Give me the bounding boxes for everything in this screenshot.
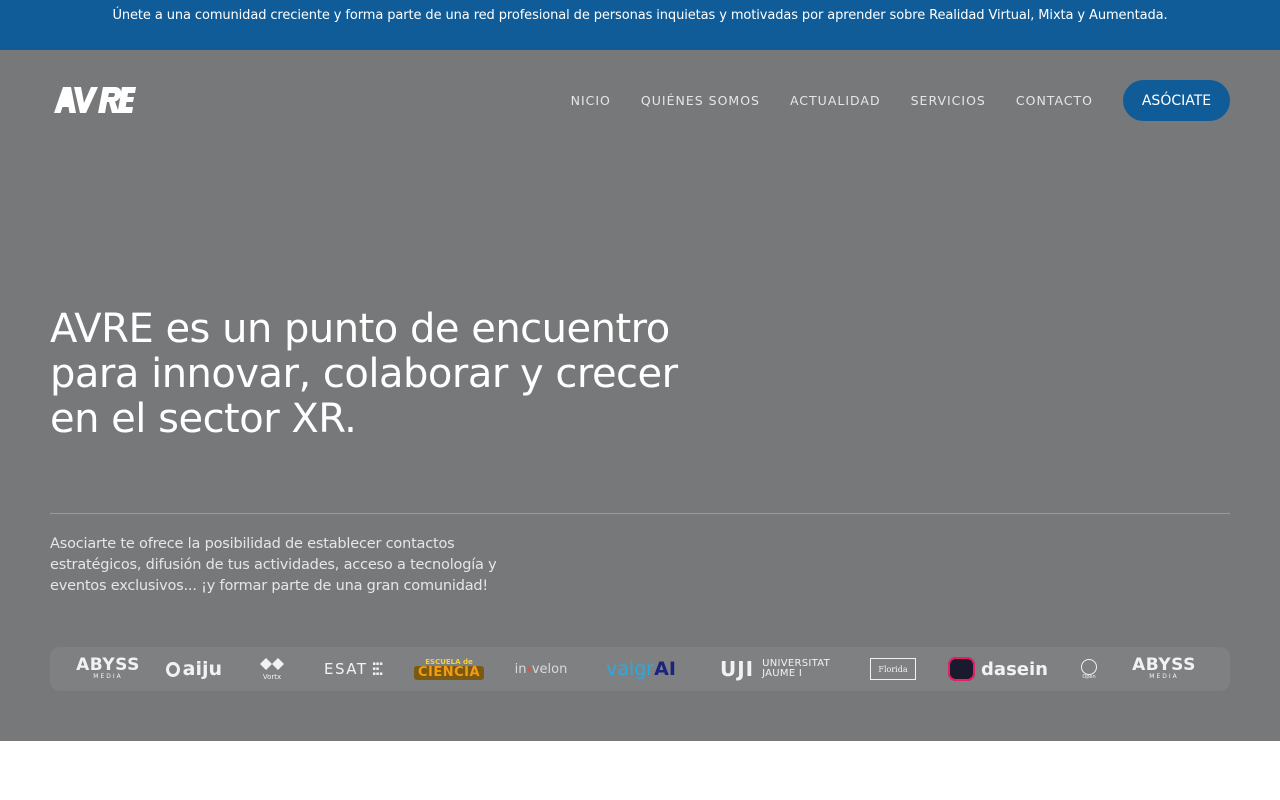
- aiju-ring-icon: [166, 661, 180, 677]
- partner-logos-carousel: ABYSS MEDIA aiju Vortx ESAT ▪▪▪ ▪▪ ▪▪▪ E…: [50, 647, 1230, 691]
- partner-logo-escuela-ciencia[interactable]: ESCUELA de CIENCIA: [413, 647, 485, 691]
- vortx-diamond-icon: [260, 657, 284, 670]
- uji-line-2: JAUME I: [762, 668, 803, 679]
- open-circle-icon: [1081, 658, 1097, 675]
- announcement-bar: Únete a una comunidad creciente y forma …: [0, 0, 1280, 50]
- main-nav: NICIO QUIÉNES SOMOS ACTUALIDAD SERVICIOS…: [571, 80, 1230, 121]
- partner-sub: MEDIA: [93, 673, 123, 680]
- partner-name: Florida: [878, 664, 908, 674]
- partner-logo-esat[interactable]: ESAT ▪▪▪ ▪▪ ▪▪▪: [324, 647, 388, 691]
- partner-sub: MEDIA: [1149, 673, 1179, 680]
- uji-university-name: UNIVERSITAT JAUME I: [762, 659, 830, 679]
- partner-logo-dasein[interactable]: dasein: [946, 647, 1050, 691]
- hero-subtext: Asociarte te ofrece la posibilidad de es…: [50, 536, 497, 594]
- partner-name: ESAT: [324, 660, 368, 678]
- partner-logo-uji[interactable]: UJI UNIVERSITAT JAUME I: [712, 647, 838, 691]
- hero-divider: [50, 513, 1230, 514]
- avre-logo-icon: [54, 87, 136, 113]
- nav-item-contacto[interactable]: CONTACTO: [1016, 93, 1093, 108]
- partner-name: ABYSS: [76, 655, 140, 675]
- nav-item-actualidad[interactable]: ACTUALIDAD: [790, 93, 881, 108]
- partner-bottom: CIENCIA: [413, 666, 485, 680]
- partner-name-part: velon: [531, 661, 568, 677]
- partner-logo-open[interactable]: Open: [1076, 647, 1102, 691]
- partner-logo-abyss-2[interactable]: ABYSS MEDIA: [1132, 647, 1196, 691]
- partner-name: dasein: [981, 658, 1048, 680]
- partner-name: Open: [1082, 673, 1096, 680]
- partner-logo-vortx[interactable]: Vortx: [258, 647, 286, 691]
- partner-logo-aiju[interactable]: aiju: [166, 647, 222, 691]
- asociate-button[interactable]: ASÓCIATE: [1123, 80, 1230, 121]
- avre-logo[interactable]: [54, 87, 136, 113]
- dasein-mark-icon: [948, 657, 976, 681]
- partner-name: UJI: [719, 657, 755, 681]
- hero-section: NICIO QUIÉNES SOMOS ACTUALIDAD SERVICIOS…: [0, 50, 1280, 741]
- partner-logo-florida[interactable]: Florida: [870, 658, 916, 680]
- partner-logo-valgrai[interactable]: valgr AI: [600, 647, 682, 691]
- partner-logo-abyss[interactable]: ABYSS MEDIA: [76, 647, 140, 691]
- partner-name-part: AI: [654, 658, 676, 680]
- partner-name-part: valgr: [606, 658, 655, 680]
- hero-headline: AVRE es un punto de encuentro para innov…: [50, 306, 678, 442]
- esat-small-text-icon: ▪▪▪ ▪▪ ▪▪▪: [372, 660, 383, 677]
- announcement-text: Únete a una comunidad creciente y forma …: [112, 8, 1168, 23]
- partner-name-part: in: [514, 661, 527, 677]
- partner-name: ABYSS: [1132, 655, 1196, 675]
- nav-item-servicios[interactable]: SERVICIOS: [911, 93, 986, 108]
- partner-name: Vortx: [262, 672, 282, 681]
- nav-item-quienes-somos[interactable]: QUIÉNES SOMOS: [641, 93, 760, 108]
- nav-item-inicio[interactable]: NICIO: [571, 93, 611, 108]
- partner-name: aiju: [182, 658, 222, 680]
- partner-logo-invelon[interactable]: in › velon: [512, 647, 570, 691]
